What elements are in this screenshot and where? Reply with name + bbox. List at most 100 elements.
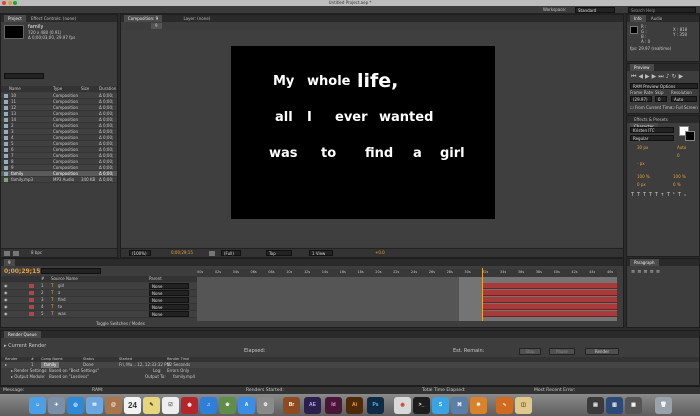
tab-paragraph[interactable]: Paragraph — [630, 259, 659, 266]
lyric-word[interactable]: life, — [357, 70, 398, 92]
col-duration[interactable]: Duration — [99, 86, 116, 92]
tab-project[interactable]: Project — [4, 15, 26, 22]
visibility-eye-icon[interactable]: ◉ — [4, 290, 8, 296]
views-layout-select[interactable]: 1 View — [309, 250, 333, 256]
small-caps-icon[interactable]: Tᴛ — [655, 192, 667, 198]
resolution-select-preview[interactable]: Auto — [671, 96, 697, 102]
applications-stack-icon[interactable]: ▦ — [625, 397, 642, 414]
layer-label-color[interactable] — [29, 312, 34, 316]
lyric-word[interactable]: was — [269, 146, 298, 161]
lyric-word[interactable]: find — [365, 146, 393, 161]
timeline-search-input[interactable] — [41, 268, 101, 274]
layer-label-color[interactable] — [29, 291, 34, 295]
skip-field[interactable]: 0 — [655, 96, 667, 102]
layer-row[interactable]: ◉ T 3 find None — [1, 297, 197, 304]
lyric-word[interactable]: whole — [307, 74, 350, 89]
loop-icon[interactable]: ↻ — [672, 73, 679, 80]
finder-icon[interactable]: ☺ — [29, 397, 46, 414]
layer-parent-select[interactable]: None — [149, 283, 189, 289]
layer-label-color[interactable] — [29, 305, 34, 309]
render-button[interactable]: Render — [585, 348, 619, 355]
help-search-input[interactable]: Search Help — [628, 7, 696, 13]
itunes-icon[interactable]: ♫ — [200, 397, 217, 414]
full-screen-checkbox[interactable]: ☐ Full Screen — [671, 105, 698, 110]
tab-effects-presets[interactable]: Effects & Presets — [630, 116, 672, 123]
minimize-icon[interactable] — [7, 1, 12, 5]
documents-stack-icon[interactable]: ▥ — [606, 397, 623, 414]
network-icon[interactable]: ⌘ — [451, 397, 468, 414]
notes-icon[interactable]: ✎ — [143, 397, 160, 414]
frame-rate-select[interactable]: (29.97) — [630, 96, 652, 102]
last-frame-icon[interactable]: ⏭ — [658, 73, 665, 80]
ram-preview-icon[interactable]: ▶ — [679, 73, 686, 80]
visibility-eye-icon[interactable]: ◉ — [4, 304, 8, 310]
lyric-word[interactable]: wanted — [379, 110, 433, 125]
layer-parent-select[interactable]: None — [149, 304, 189, 310]
snapshot-icon[interactable] — [209, 251, 215, 256]
trash-icon[interactable]: 🗑 — [655, 397, 672, 414]
output-module-value[interactable]: Based on "Lossless" — [49, 374, 89, 379]
vertical-scale-value[interactable]: 100 % — [637, 174, 650, 179]
layer-duration-bar[interactable] — [483, 290, 617, 296]
chrome-icon[interactable]: ◉ — [394, 397, 411, 414]
render-item-row[interactable]: ▸ 1 family Done Fri, Ma... 12, 12:33:32 … — [1, 362, 699, 368]
skype-icon[interactable]: S — [432, 397, 449, 414]
tab-render-queue[interactable]: Render Queue — [4, 331, 41, 338]
ram-preview-options[interactable]: RAM Preview Options — [630, 83, 698, 89]
visibility-eye-icon[interactable]: ◉ — [4, 311, 8, 317]
comp-viewer[interactable]: My whole life, all Iever wanted was to find a girl — [121, 30, 623, 247]
tracking-value[interactable]: 0 — [677, 153, 680, 158]
tsume-value[interactable]: 0 % — [673, 182, 681, 187]
col-source-name[interactable]: Source Name — [51, 276, 78, 282]
tab-layer[interactable]: Layer: (none) — [179, 15, 214, 22]
tab-composition[interactable]: Composition: 9 — [124, 15, 163, 22]
font-style-select[interactable]: Regular — [630, 135, 674, 141]
app-store-icon[interactable]: A — [238, 397, 255, 414]
col-size[interactable]: Size — [81, 86, 89, 92]
layer-row[interactable]: ◉ T 2 a None — [1, 290, 197, 297]
comp-timecode[interactable]: 0;00;29;15 — [171, 250, 193, 256]
preview-icon[interactable]: ◫ — [515, 397, 532, 414]
layer-row[interactable]: ◉ T 4 to None — [1, 304, 197, 311]
exposure-value[interactable]: +0.0 — [375, 250, 385, 256]
lyric-word[interactable]: all — [275, 110, 293, 125]
all-caps-icon[interactable]: TT — [643, 192, 655, 198]
lyric-word[interactable]: My — [273, 74, 294, 89]
layer-duration-bar[interactable] — [483, 311, 617, 317]
leading-value[interactable]: Auto — [677, 145, 686, 150]
justify-all-icon[interactable]: ≡ — [656, 269, 662, 275]
subscript-icon[interactable]: T₁ — [678, 192, 689, 198]
contacts-icon[interactable]: @ — [105, 397, 122, 414]
tab-info[interactable]: Info — [630, 15, 646, 22]
tab-effect-controls[interactable]: Effect Controls: (none) — [27, 15, 80, 22]
time-ruler[interactable]: 00s 02s 04s 06s 08s 10s 12s 14s 16s 18s 20s 22s 24s 2… — [197, 269, 617, 277]
illustrator-icon[interactable]: Ai — [346, 397, 363, 414]
after-effects-icon[interactable]: AE — [304, 397, 321, 414]
layer-row[interactable]: ◉ T 5 was None — [1, 311, 197, 318]
terminal-icon[interactable]: >_ — [413, 397, 430, 414]
bit-depth[interactable]: 8 bpc — [31, 250, 42, 255]
toggle-switches-modes[interactable]: Toggle Switches / Modes — [96, 321, 145, 326]
composition-canvas[interactable]: My whole life, all Iever wanted was to find a girl — [231, 46, 495, 219]
bridge-icon[interactable]: Br — [283, 397, 300, 414]
render-expand-icon[interactable]: ▸ — [5, 362, 7, 368]
interpret-footage-icon[interactable] — [4, 251, 10, 256]
horizontal-scale-value[interactable]: 100 % — [673, 174, 686, 179]
play-icon[interactable]: ▶ — [645, 73, 652, 80]
log-value[interactable]: Errors Only — [167, 368, 189, 373]
close-icon[interactable] — [2, 1, 6, 5]
layer-row[interactable]: ◉ T 1 girl None — [1, 283, 197, 290]
view-select[interactable]: Top — [266, 250, 292, 256]
stroke-width-value[interactable]: - px — [637, 161, 645, 166]
timeline-timecode[interactable]: 0;00;29;15 — [4, 268, 40, 275]
workspace-select[interactable]: Standard — [575, 7, 615, 13]
reminders-icon[interactable]: ☑ — [162, 397, 179, 414]
mail-icon[interactable]: ✉ — [86, 397, 103, 414]
font-size-value[interactable]: 30 px — [637, 145, 648, 150]
lyric-word[interactable]: I — [307, 110, 312, 125]
baseline-shift-value[interactable]: 0 px — [637, 182, 646, 187]
layer-parent-select[interactable]: None — [149, 311, 189, 317]
project-search-input[interactable] — [4, 73, 44, 79]
firefox-icon[interactable]: ✹ — [470, 397, 487, 414]
font-family-select[interactable]: Kristen ITC — [630, 127, 674, 133]
